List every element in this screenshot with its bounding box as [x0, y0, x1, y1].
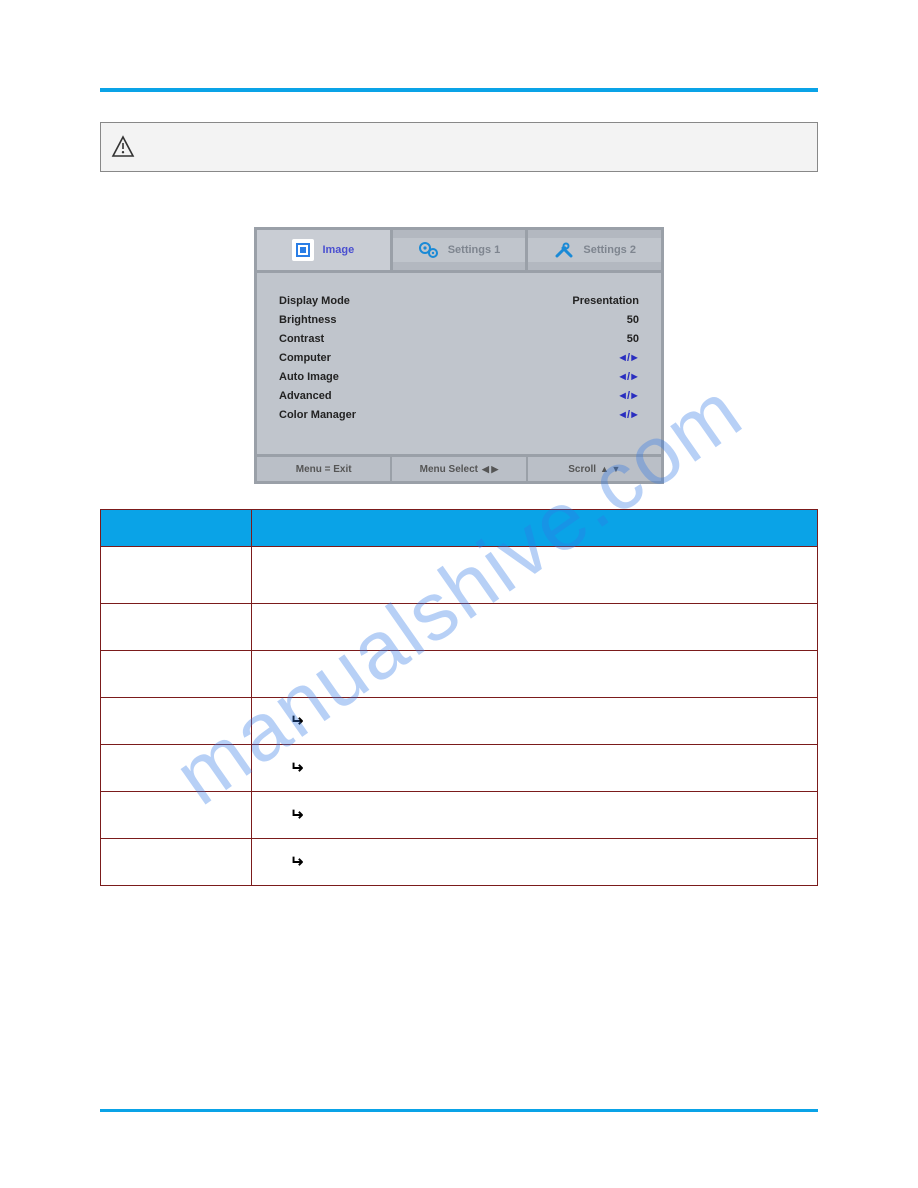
up-down-icon: ▲ ▼: [600, 464, 620, 474]
item-cell: [101, 745, 252, 792]
desc-cell: ↵: [252, 745, 818, 792]
tab-label: Settings 2: [583, 244, 636, 256]
desc-cell: [252, 547, 818, 604]
desc-cell: [252, 604, 818, 651]
footer-menu-select: Menu Select ◀ ▶: [392, 457, 527, 481]
desc-cell: ↵: [252, 698, 818, 745]
enter-icon: ↵: [290, 758, 303, 778]
table-row: [101, 604, 818, 651]
footer-label: Menu = Exit: [296, 464, 352, 475]
item-cell: [101, 792, 252, 839]
submenu-icon: ◄/►: [617, 390, 639, 402]
desc-cell: ↵: [252, 839, 818, 886]
row-label: Auto Image: [279, 371, 339, 383]
item-cell: [101, 839, 252, 886]
table-row: ↵: [101, 839, 818, 886]
osd-row-brightness[interactable]: Brightness 50: [279, 310, 639, 329]
note-box: [100, 122, 818, 172]
osd-row-color-manager[interactable]: Color Manager ◄/►: [279, 405, 639, 424]
enter-icon: ↵: [290, 805, 303, 825]
submenu-icon: ◄/►: [617, 409, 639, 421]
osd-row-auto-image[interactable]: Auto Image ◄/►: [279, 367, 639, 386]
row-value: Presentation: [572, 295, 639, 307]
submenu-icon: ◄/►: [617, 352, 639, 364]
col-desc: [252, 510, 818, 547]
footer-label: Scroll: [568, 464, 596, 475]
item-cell: [101, 604, 252, 651]
osd-footer: Menu = Exit Menu Select ◀ ▶ Scroll ▲ ▼: [257, 454, 661, 481]
row-label: Advanced: [279, 390, 332, 402]
row-label: Contrast: [279, 333, 324, 345]
table-row: ↵: [101, 792, 818, 839]
desc-cell: [252, 651, 818, 698]
osd-row-display-mode[interactable]: Display Mode Presentation: [279, 291, 639, 310]
row-label: Display Mode: [279, 295, 350, 307]
osd-panel: Image Settings 1: [254, 227, 664, 484]
row-value: 50: [627, 333, 639, 345]
table-row: [101, 651, 818, 698]
osd-row-contrast[interactable]: Contrast 50: [279, 329, 639, 348]
enter-icon: ↵: [290, 852, 303, 872]
table-row: ↵: [101, 698, 818, 745]
tools-icon: [553, 239, 575, 261]
tab-label: Image: [322, 244, 354, 256]
row-value: 50: [627, 314, 639, 326]
footer-menu-exit: Menu = Exit: [257, 457, 392, 481]
gears-icon: [418, 239, 440, 261]
display-icon: [292, 239, 314, 261]
col-item: [101, 510, 252, 547]
item-cell: [101, 547, 252, 604]
row-label: Computer: [279, 352, 331, 364]
table-row: [101, 547, 818, 604]
osd-body: Display Mode Presentation Brightness 50 …: [257, 273, 661, 454]
item-cell: [101, 698, 252, 745]
tab-settings1[interactable]: Settings 1: [393, 230, 529, 270]
tab-settings2[interactable]: Settings 2: [528, 230, 661, 270]
footer-scroll: Scroll ▲ ▼: [528, 457, 661, 481]
enter-icon: ↵: [290, 711, 303, 731]
tab-image[interactable]: Image: [257, 230, 393, 270]
bottom-divider: [100, 1109, 818, 1112]
item-cell: [101, 651, 252, 698]
desc-cell: ↵: [252, 792, 818, 839]
osd-tabs: Image Settings 1: [257, 230, 661, 273]
menu-description-table: ↵ ↵ ↵ ↵: [100, 509, 818, 886]
osd-row-computer[interactable]: Computer ◄/►: [279, 348, 639, 367]
row-label: Color Manager: [279, 409, 356, 421]
submenu-icon: ◄/►: [617, 371, 639, 383]
footer-label: Menu Select: [420, 464, 478, 475]
top-divider: [100, 88, 818, 92]
osd-row-advanced[interactable]: Advanced ◄/►: [279, 386, 639, 405]
tab-label: Settings 1: [448, 244, 501, 256]
warning-icon: [111, 135, 135, 159]
left-right-icon: ◀ ▶: [482, 464, 498, 475]
row-label: Brightness: [279, 314, 336, 326]
table-header-row: [101, 510, 818, 547]
table-row: ↵: [101, 745, 818, 792]
